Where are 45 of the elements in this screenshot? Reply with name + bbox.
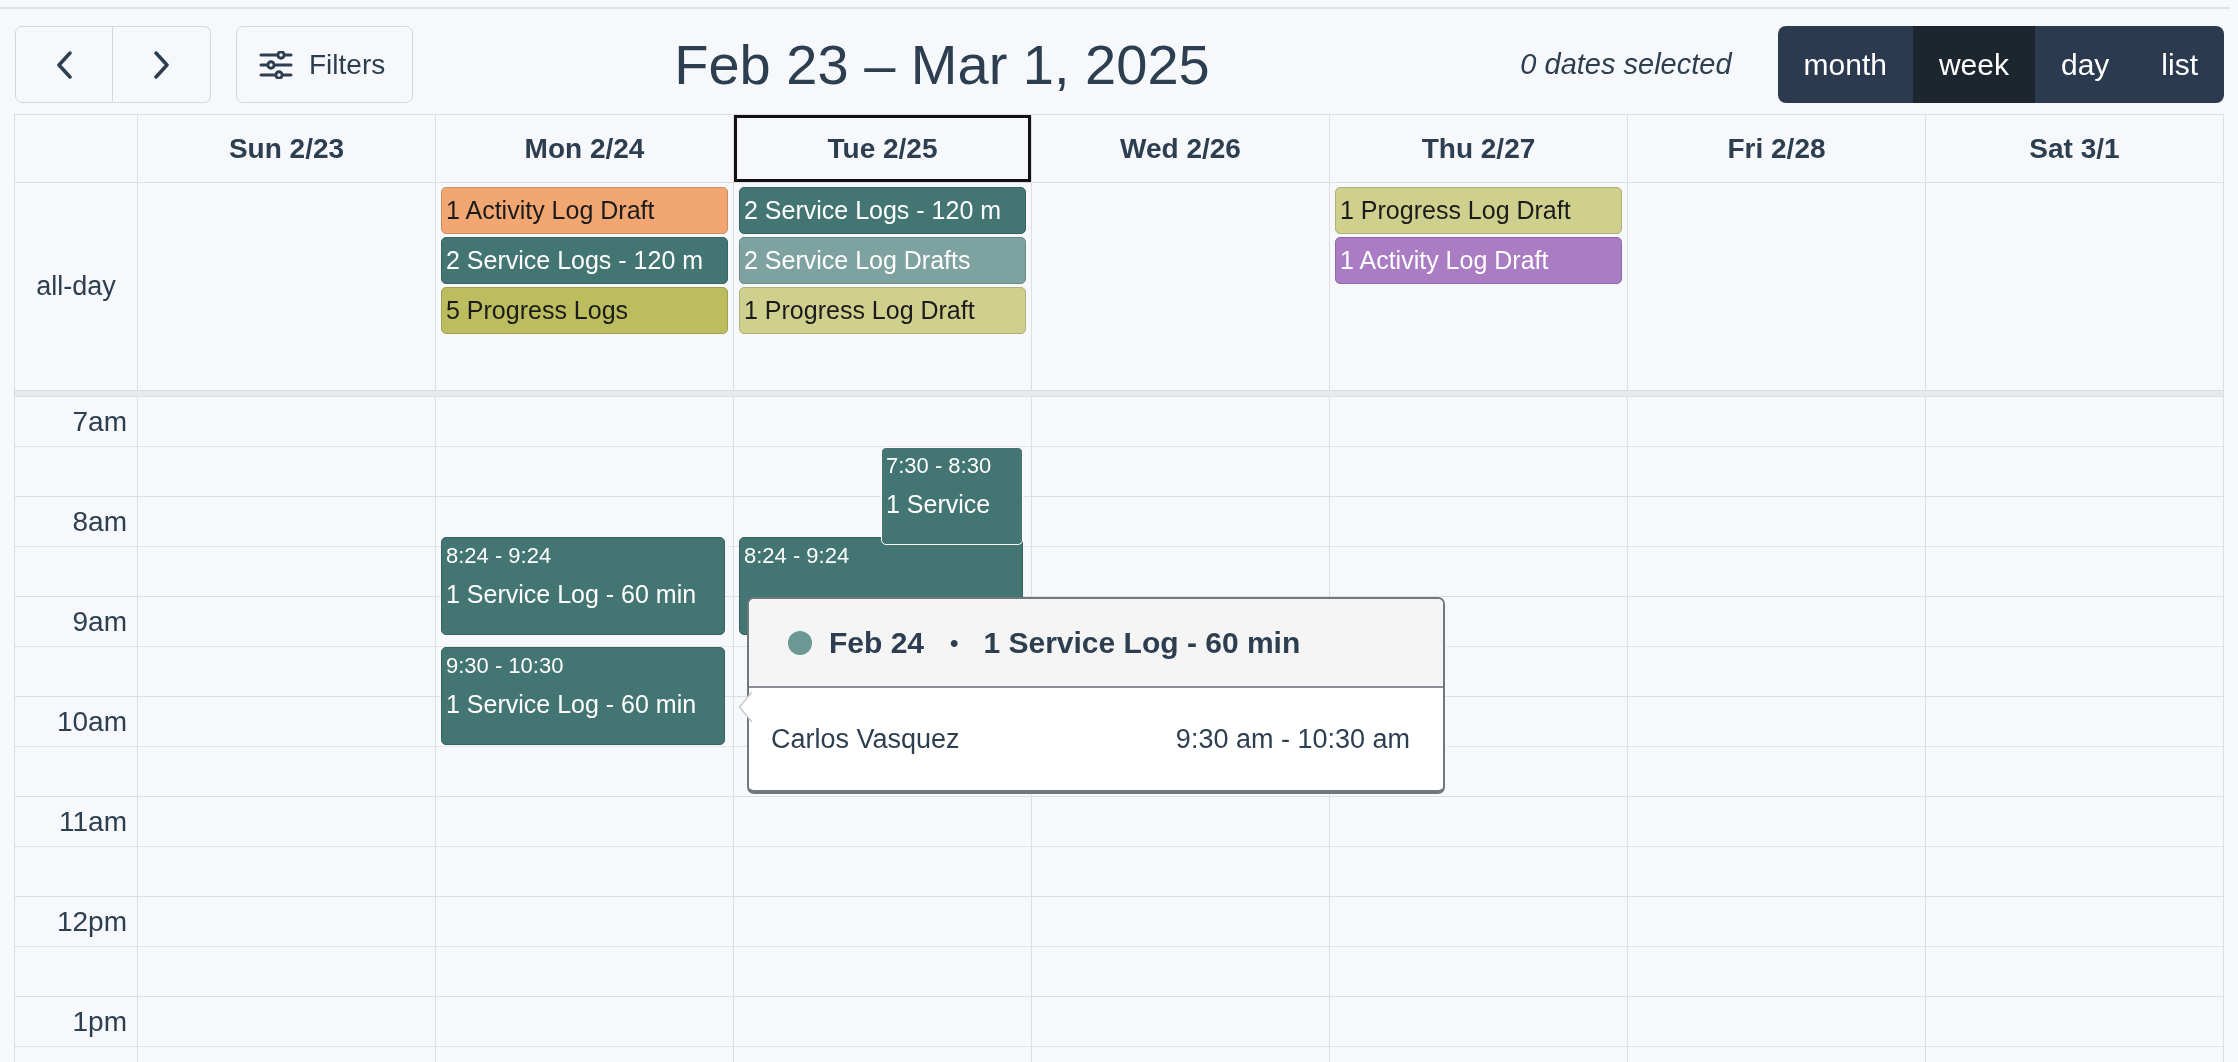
- chevron-right-icon: [153, 50, 170, 79]
- event-time: 8:24 - 9:24: [446, 542, 553, 570]
- time-range: 9:30 am - 10:30 am: [1175, 723, 1410, 755]
- event-title: 1 Service: [886, 489, 992, 520]
- day-header[interactable]: Wed 2/26: [1031, 115, 1329, 182]
- all-day-event[interactable]: 1 Progress Log Draft: [1335, 187, 1622, 234]
- time-label: 7am: [72, 405, 127, 438]
- time-label: 11am: [59, 805, 127, 838]
- time-label: 9am: [72, 605, 127, 638]
- view-tab[interactable]: month: [1777, 26, 1913, 103]
- view-tab[interactable]: week: [1912, 26, 2035, 103]
- date-range-title: Feb 23 – Mar 1, 2025: [674, 32, 1210, 97]
- event-time: 8:24 - 9:24: [744, 542, 851, 570]
- view-tab[interactable]: day: [2034, 26, 2136, 103]
- filters-button[interactable]: Filters: [236, 26, 414, 103]
- event-time: 7:30 - 8:30: [886, 452, 993, 480]
- next-button[interactable]: [113, 26, 211, 103]
- all-day-event[interactable]: 2 Service Logs - 120 m: [441, 237, 728, 284]
- day-header[interactable]: Mon 2/24: [435, 115, 733, 182]
- day-header[interactable]: Tue 2/25: [733, 115, 1031, 182]
- chevron-left-icon: [55, 50, 73, 79]
- day-header[interactable]: Fri 2/28: [1627, 115, 1925, 182]
- day-header[interactable]: Thu 2/27: [1329, 115, 1627, 182]
- all-day-event[interactable]: 2 Service Logs - 120 m: [739, 187, 1026, 234]
- person-name: Carlos Vasquez: [771, 723, 960, 755]
- time-label: 12pm: [56, 905, 127, 938]
- time-label: 1pm: [72, 1005, 127, 1038]
- sliders-icon: [259, 50, 293, 79]
- time-label: 10am: [56, 705, 127, 738]
- all-day-event[interactable]: 1 Progress Log Draft: [739, 287, 1026, 334]
- dates-selected-text: 0 dates selected: [1520, 48, 1732, 81]
- calendar-event[interactable]: 8:24 - 9:24 1 Service Log - 60 min: [441, 537, 725, 635]
- event-title: 1 Service Log - 60 min: [446, 579, 698, 610]
- day-header[interactable]: Sun 2/23: [137, 115, 435, 182]
- calendar-event[interactable]: 7:30 - 8:30 1 Service: [881, 447, 1023, 545]
- all-day-label: all-day: [36, 271, 116, 302]
- calendar-event[interactable]: 9:30 - 10:30 1 Service Log - 60 min: [441, 647, 725, 745]
- event-time: 9:30 - 10:30: [446, 652, 565, 680]
- day-header[interactable]: Sat 3/1: [1925, 115, 2223, 182]
- all-day-event[interactable]: 5 Progress Logs: [441, 287, 728, 334]
- previous-button[interactable]: [15, 26, 113, 103]
- all-day-event[interactable]: 1 Activity Log Draft: [441, 187, 728, 234]
- event-title: 1 Service Log - 60 min: [446, 689, 698, 720]
- time-label: 8am: [72, 505, 127, 538]
- view-tab[interactable]: list: [2135, 26, 2224, 103]
